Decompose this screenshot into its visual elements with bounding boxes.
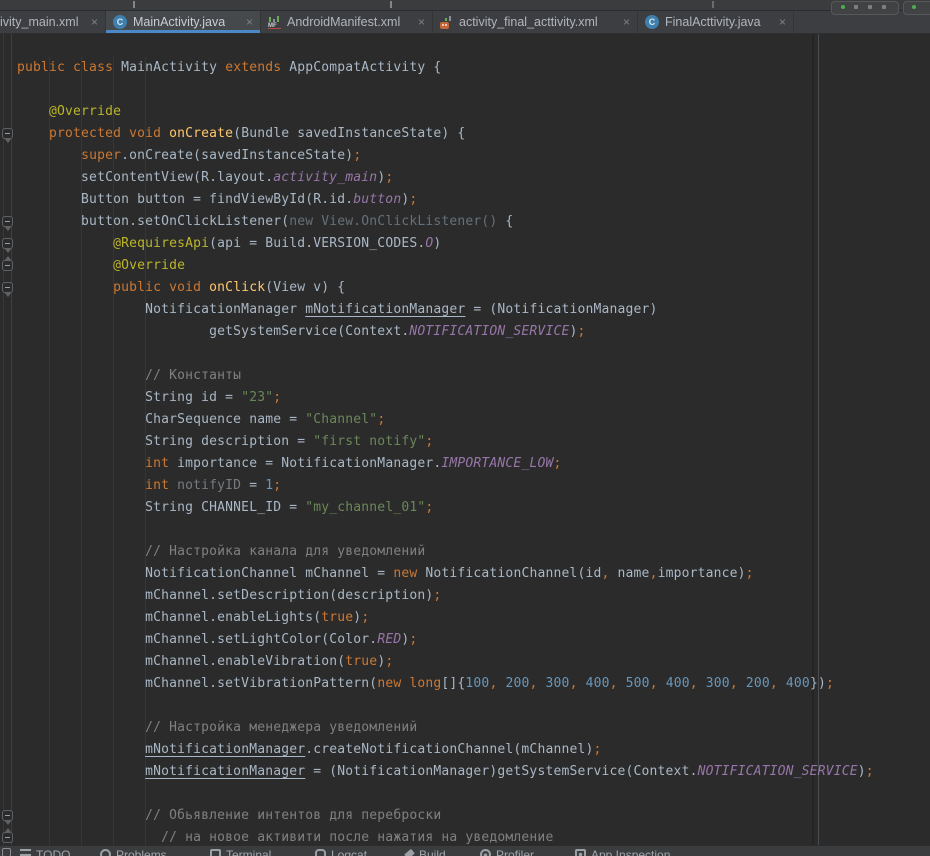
code-line (17, 343, 874, 365)
code-line: protected void onCreate(Bundle savedInst… (17, 123, 874, 145)
gutter-line (3, 33, 4, 855)
code-line: public class MainActivity extends AppCom… (17, 57, 874, 79)
fold-marker-icon[interactable] (2, 260, 13, 271)
code-line: CharSequence name = "Channel"; (17, 409, 874, 431)
code-line: String id = "23"; (17, 387, 874, 409)
code-line: button.setOnClickListener(new View.OnCli… (17, 211, 874, 233)
tab-label: activity_final_acttivity.xml (459, 15, 598, 29)
code-line: @Override (17, 255, 874, 277)
close-icon[interactable]: × (85, 11, 98, 33)
code-line: mNotificationManager.createNotificationC… (17, 739, 874, 761)
code-line: @Override (17, 101, 874, 123)
fold-marker-icon[interactable] (2, 238, 13, 249)
main-toolbar-strip (0, 0, 930, 11)
editor-tab-bar: ivity_main.xml × C MainActivity.java × MF Andr… (0, 11, 930, 34)
tab-ivity-main-xml[interactable]: ivity_main.xml × (0, 11, 106, 33)
java-class-icon: C (645, 15, 659, 29)
fold-marker-icon[interactable] (2, 832, 13, 843)
code-line: mChannel.setLightColor(Color.RED); (17, 629, 874, 651)
code-line: mNotificationManager = (NotificationMana… (17, 761, 874, 783)
gutter-fold-line (11, 33, 12, 855)
code-line: int importance = NotificationManager.IMP… (17, 453, 874, 475)
close-icon[interactable]: × (773, 11, 786, 33)
code-line: getSystemService(Context.NOTIFICATION_SE… (17, 321, 874, 343)
run-icon[interactable] (841, 5, 845, 9)
code-line: setContentView(R.layout.activity_main); (17, 167, 874, 189)
tab-label: FinalActtivity.java (665, 15, 761, 29)
tab-androidmanifest-xml[interactable]: MF AndroidManifest.xml × (261, 11, 433, 33)
code-line: super.onCreate(savedInstanceState); (17, 145, 874, 167)
manifest-file-icon: MF (268, 16, 281, 29)
code-line (17, 79, 874, 101)
code-line: NotificationChannel mChannel = new Notif… (17, 563, 874, 585)
toolbar-button-icon[interactable] (868, 5, 872, 9)
code-line: mChannel.enableVibration(true); (17, 651, 874, 673)
code-line: // Константы (17, 365, 874, 387)
code-lines: public class MainActivity extends AppCom… (17, 57, 874, 849)
android-studio-window: { "ui": { "close_glyph": "×", "class_ico… (0, 0, 930, 855)
toolbar-separator (133, 1, 135, 8)
tab-mainactivity-java[interactable]: C MainActivity.java × (106, 11, 261, 33)
code-line: Button button = findViewById(R.id.button… (17, 189, 874, 211)
run-controls-group[interactable] (831, 1, 899, 15)
fold-marker-icon[interactable] (2, 128, 13, 139)
code-line (17, 783, 874, 805)
code-editor[interactable]: public class MainActivity extends AppCom… (0, 33, 930, 855)
toolbar-button-icon[interactable] (882, 5, 886, 9)
code-line: @RequiresApi(api = Build.VERSION_CODES.O… (17, 233, 874, 255)
java-class-icon: C (113, 15, 127, 29)
code-line: // Настройка менеджера уведомлений (17, 717, 874, 739)
code-line: public void onClick(View v) { (17, 277, 874, 299)
tab-finalacttivity-java[interactable]: C FinalActtivity.java × (638, 11, 794, 33)
code-line (17, 519, 874, 541)
toolbar-separator (712, 1, 714, 8)
fold-marker-icon[interactable] (2, 282, 13, 293)
status-dot-icon (912, 5, 916, 9)
fold-marker-icon[interactable] (2, 810, 13, 821)
close-icon[interactable]: × (412, 11, 425, 33)
code-line: int notifyID = 1; (17, 475, 874, 497)
toolbar-separator (390, 1, 392, 8)
code-line: mChannel.setVibrationPattern(new long[]{… (17, 673, 874, 695)
code-line: // Обьявление интентов для переброски (17, 805, 874, 827)
layout-file-icon (440, 16, 453, 29)
toolbar-button-icon[interactable] (854, 5, 858, 9)
code-line: String description = "first notify"; (17, 431, 874, 453)
code-line: mChannel.enableLights(true); (17, 607, 874, 629)
close-icon[interactable]: × (240, 11, 253, 33)
tab-activity-final-acttivity-xml[interactable]: activity_final_acttivity.xml × (433, 11, 638, 33)
code-line: mChannel.setDescription(description); (17, 585, 874, 607)
fold-marker-icon[interactable] (2, 216, 13, 227)
code-line: // Настройка канала для уведомлений (17, 541, 874, 563)
tab-label: MainActivity.java (133, 15, 225, 29)
tab-label: AndroidManifest.xml (287, 15, 400, 29)
tool-window-bar: TODOProblemsTerminalLogcatBuildProfilerA… (0, 845, 930, 856)
code-line (17, 695, 874, 717)
close-icon[interactable]: × (617, 11, 630, 33)
code-line: String CHANNEL_ID = "my_channel_01"; (17, 497, 874, 519)
tab-label: ivity_main.xml (0, 15, 79, 29)
code-line: NotificationManager mNotificationManager… (17, 299, 874, 321)
device-controls-group[interactable] (903, 1, 930, 15)
